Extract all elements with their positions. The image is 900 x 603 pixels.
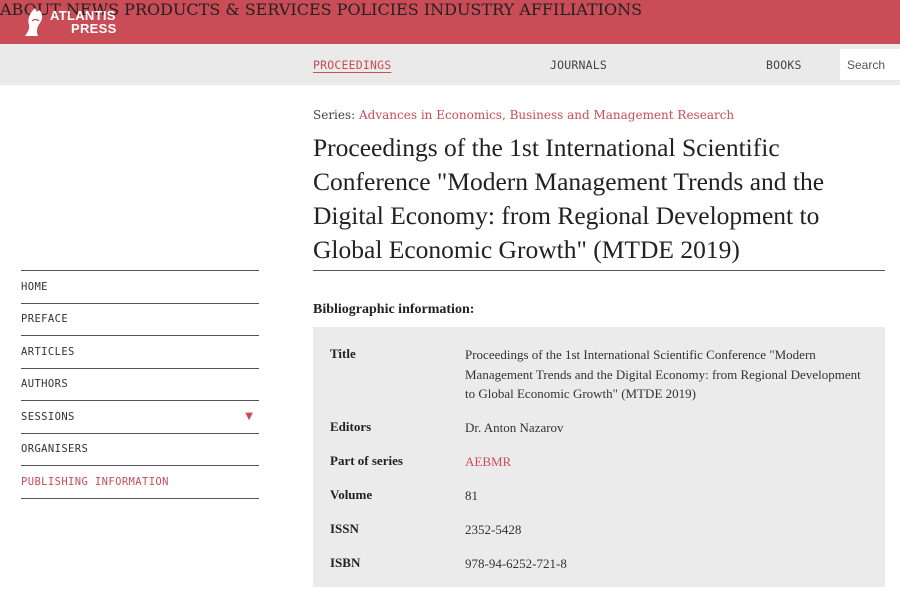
- subnav-books[interactable]: BOOKS: [766, 58, 802, 72]
- title-divider: [313, 270, 885, 271]
- sidebar-item-preface[interactable]: PREFACE: [21, 304, 259, 336]
- bibliographic-heading: Bibliographic information:: [313, 302, 475, 317]
- biblio-key: Part of series: [330, 453, 403, 468]
- biblio-key: ISBN: [330, 555, 361, 570]
- series-link[interactable]: Advances in Economics, Business and Mana…: [359, 108, 734, 122]
- page-title: Proceedings of the 1st International Sci…: [313, 133, 825, 264]
- sidebar-item-organisers[interactable]: ORGANISERS: [21, 434, 259, 466]
- subnav-journals[interactable]: JOURNALS: [550, 58, 607, 72]
- sidebar-item-label: ORGANISERS: [21, 443, 89, 456]
- sidebar-item-publishing-information[interactable]: PUBLISHING INFORMATION: [21, 466, 259, 499]
- sidebar-menu: HOME PREFACE ARTICLES AUTHORS SESSIONS ▼…: [21, 270, 259, 499]
- biblio-value: Dr. Anton Nazarov: [465, 420, 564, 435]
- logo-line-2: PRESS: [71, 21, 117, 36]
- sub-nav-bar: PROCEEDINGS JOURNALS BOOKS: [0, 44, 900, 85]
- biblio-key: Editors: [330, 419, 372, 434]
- sidebar-item-articles[interactable]: ARTICLES: [21, 336, 259, 369]
- top-bar: ATLANTIS PRESS ABOUT NEWS PRODUCTS & SER…: [0, 0, 900, 44]
- logo-text: ATLANTIS PRESS: [50, 9, 117, 35]
- biblio-key: ISSN: [330, 521, 359, 536]
- sidebar-item-sessions[interactable]: SESSIONS ▼: [21, 401, 259, 434]
- nav-policies[interactable]: POLICIES: [337, 0, 419, 19]
- sidebar-item-home[interactable]: HOME: [21, 271, 259, 304]
- nav-products-services[interactable]: PRODUCTS & SERVICES: [124, 0, 331, 19]
- bibliographic-panel: Title Proceedings of the 1st Internation…: [313, 327, 885, 587]
- biblio-value: 2352-5428: [465, 522, 522, 537]
- subnav-proceedings[interactable]: PROCEEDINGS: [313, 58, 391, 72]
- sidebar-item-label: AUTHORS: [21, 378, 69, 391]
- nav-industry-affiliations[interactable]: INDUSTRY AFFILIATIONS: [424, 0, 642, 19]
- sidebar-item-label: ARTICLES: [21, 345, 75, 358]
- sidebar-item-label: HOME: [21, 280, 48, 293]
- caret-down-icon[interactable]: ▼: [245, 411, 253, 422]
- biblio-key: Title: [330, 346, 356, 361]
- atlantis-logo-icon: [25, 8, 43, 36]
- sidebar-item-label: SESSIONS: [21, 410, 75, 423]
- biblio-key: Volume: [330, 487, 373, 502]
- biblio-value: 978-94-6252-721-8: [465, 556, 567, 571]
- sidebar-item-authors[interactable]: AUTHORS: [21, 369, 259, 401]
- series-prefix: Series:: [313, 108, 360, 122]
- sidebar-item-label: PUBLISHING INFORMATION: [21, 475, 169, 488]
- biblio-value: 81: [465, 488, 478, 503]
- sidebar-item-label: PREFACE: [21, 313, 69, 326]
- atlantis-press-logo[interactable]: ATLANTIS PRESS: [24, 5, 117, 39]
- series-line: Series: Advances in Economics, Business …: [313, 108, 734, 122]
- series-abbrev-link[interactable]: AEBMR: [465, 452, 865, 472]
- search-input[interactable]: [840, 49, 900, 80]
- biblio-value: Proceedings of the 1st International Sci…: [465, 347, 861, 401]
